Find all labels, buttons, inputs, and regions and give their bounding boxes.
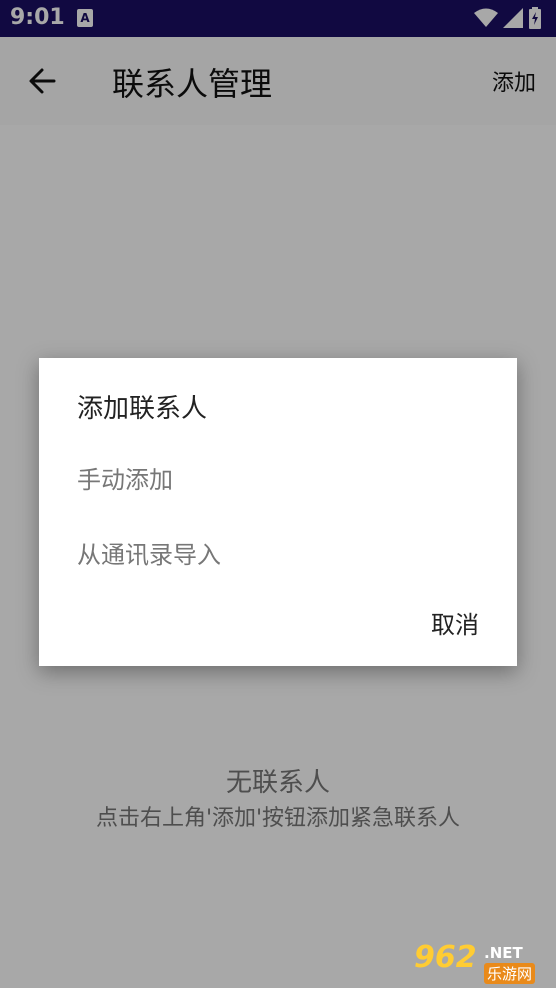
option-manual-add[interactable]: 手动添加 bbox=[77, 460, 173, 495]
watermark-number: 962 bbox=[414, 940, 477, 975]
cancel-button[interactable]: 取消 bbox=[431, 605, 479, 640]
add-contact-dialog: 添加联系人 手动添加 从通讯录导入 取消 bbox=[39, 358, 517, 666]
dialog-title: 添加联系人 bbox=[77, 394, 208, 424]
watermark-domain: .NET bbox=[484, 944, 523, 962]
option-import-contacts[interactable]: 从通讯录导入 bbox=[77, 535, 221, 570]
watermark: 962 .NET 乐游网 bbox=[412, 940, 550, 984]
watermark-site: 乐游网 bbox=[484, 963, 536, 984]
